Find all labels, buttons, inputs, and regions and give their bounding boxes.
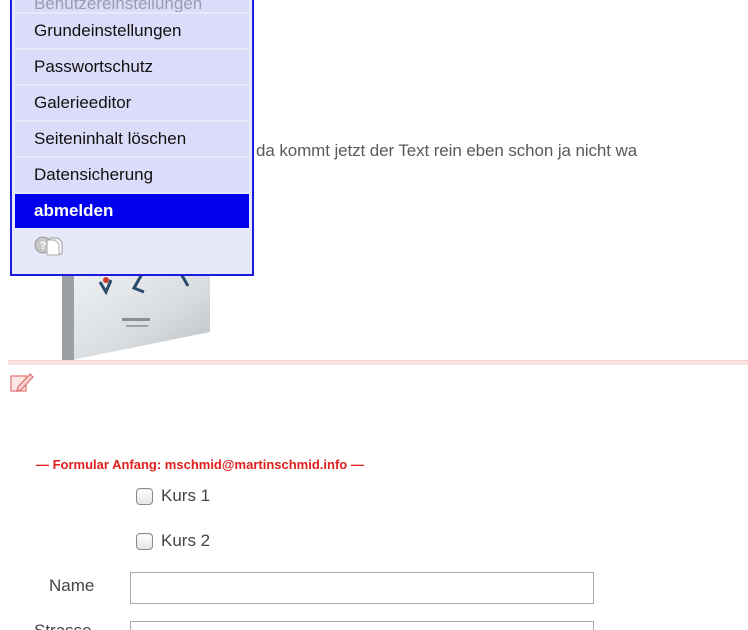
street-field[interactable] <box>130 621 594 630</box>
checkbox-label: Kurs 1 <box>161 486 211 505</box>
form-start-marker: — Formular Anfang: mschmid@martinschmid.… <box>36 457 364 472</box>
menu-item-passwortschutz[interactable]: Passwortschutz <box>15 50 249 84</box>
gallery-thumbnail[interactable] <box>62 262 210 362</box>
menu-item-datensicherung[interactable]: Datensicherung <box>15 158 249 192</box>
page-body-text: da kommt jetzt der Text rein eben schon … <box>256 141 638 160</box>
menu-item-galerieeditor[interactable]: Galerieeditor <box>15 86 249 120</box>
menu-item-grundeinstellungen[interactable]: Grundeinstellungen <box>15 14 249 48</box>
name-field[interactable] <box>130 572 594 604</box>
svg-text:?: ? <box>40 240 47 252</box>
name-field-label: Name <box>49 576 95 595</box>
menu-footer: ? <box>15 230 249 260</box>
checkbox-label: Kurs 2 <box>161 531 211 550</box>
admin-menu: Benutzereinstellungen Grundeinstellungen… <box>10 0 254 276</box>
street-field-label: Strasse <box>34 621 92 630</box>
menu-item-abmelden[interactable]: abmelden <box>15 194 249 228</box>
edit-pencil-icon[interactable] <box>10 371 34 393</box>
page: da kommt jetzt der Text rein eben schon … <box>0 0 748 630</box>
checkbox-box[interactable] <box>136 532 153 550</box>
help-icon[interactable]: ? <box>34 234 64 256</box>
checkbox-kurs-2[interactable]: Kurs 2 <box>136 531 210 551</box>
menu-item-seiteninhalt-loeschen[interactable]: Seiteninhalt löschen <box>15 122 249 156</box>
section-divider <box>8 360 748 365</box>
menu-item-benutzereinstellungen[interactable]: Benutzereinstellungen <box>15 0 249 12</box>
checkbox-kurs-1[interactable]: Kurs 1 <box>136 486 210 506</box>
checkbox-box[interactable] <box>136 487 153 505</box>
